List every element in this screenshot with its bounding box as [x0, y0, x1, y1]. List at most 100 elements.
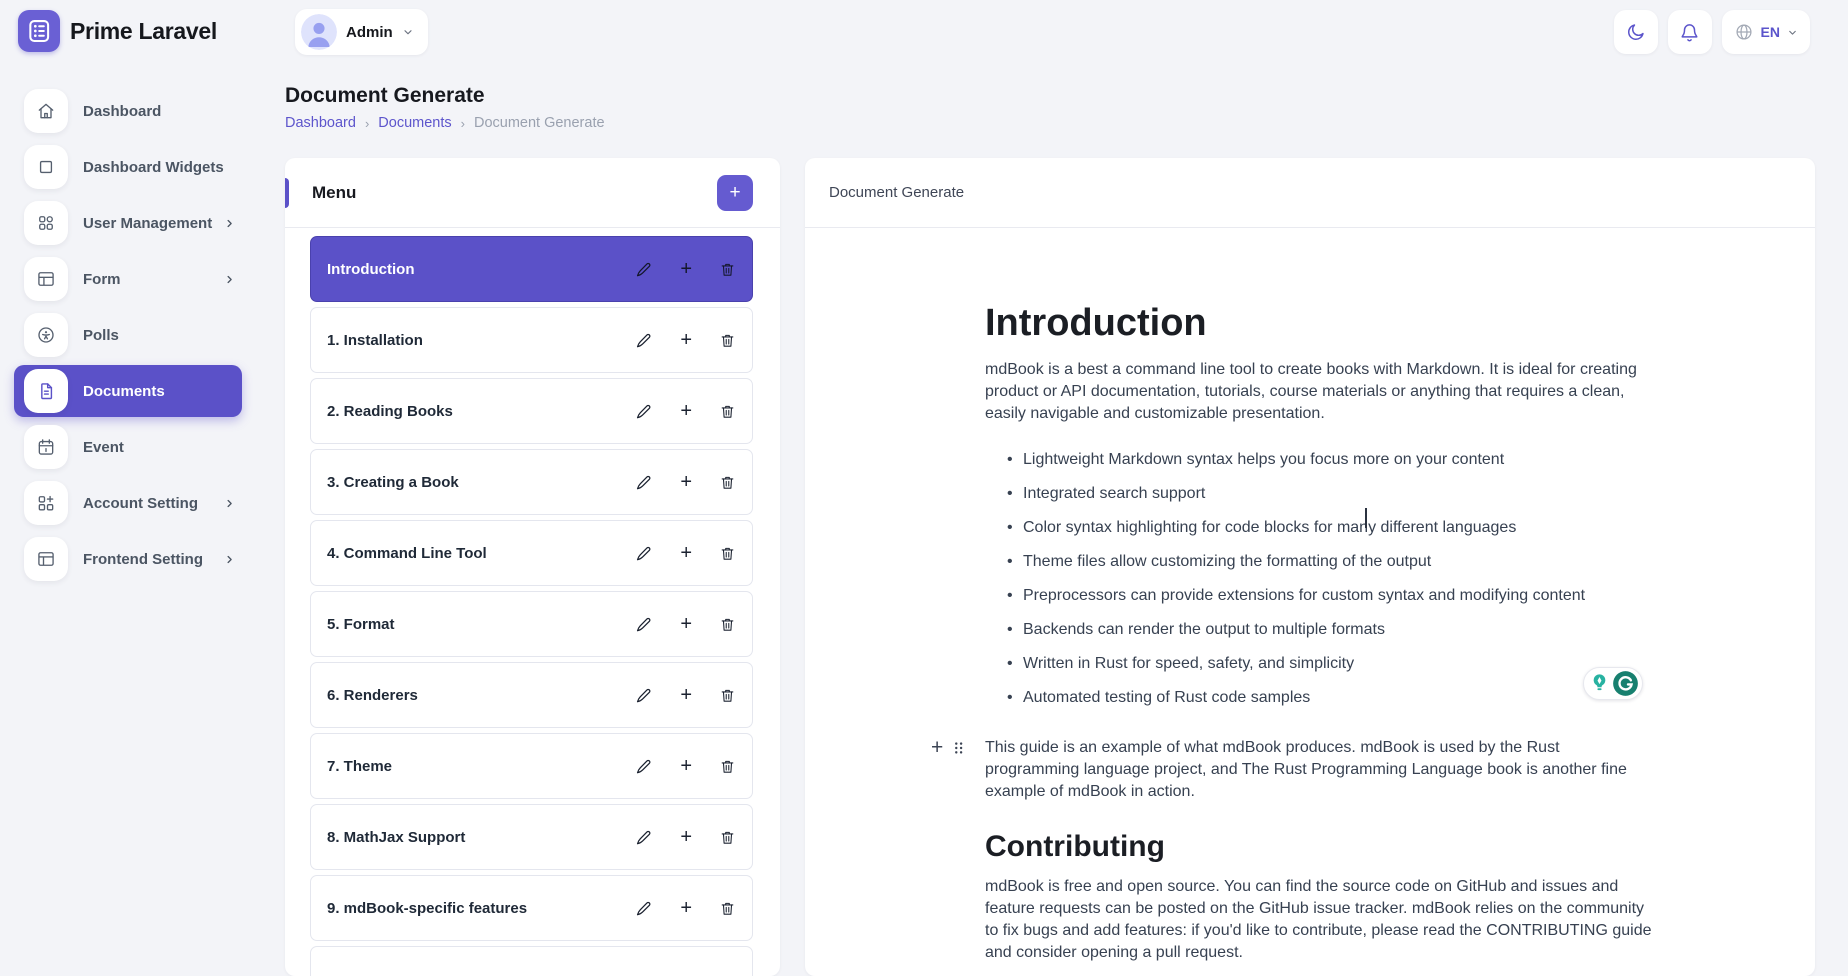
user-menu-button[interactable]: Admin	[295, 9, 428, 55]
trash-icon[interactable]	[719, 474, 736, 491]
sidebar-item-user-management[interactable]: User Management	[14, 201, 242, 245]
document-panel-title: Document Generate	[829, 184, 964, 201]
menu-item[interactable]: 1. Installation +	[310, 307, 753, 373]
text-cursor	[1365, 508, 1367, 528]
feature-item: Integrated search support	[985, 483, 1657, 505]
trash-icon[interactable]	[719, 616, 736, 633]
sidebar-item-label: Event	[83, 439, 124, 456]
menu-item[interactable]: 7. Theme +	[310, 733, 753, 799]
document-column: Introduction mdBook is a best a command …	[985, 302, 1657, 964]
grammar-check-icon[interactable]	[1612, 670, 1639, 697]
sidebar-item-polls[interactable]: Polls	[14, 313, 242, 357]
sidebar-item-frontend-setting[interactable]: Frontend Setting	[14, 537, 242, 581]
notifications-button[interactable]	[1668, 10, 1712, 54]
add-menu-button[interactable]: +	[717, 175, 753, 211]
accent-bar	[285, 178, 289, 208]
lightbulb-suggestion-icon[interactable]	[1587, 671, 1612, 696]
breadcrumb-current: Document Generate	[474, 115, 605, 131]
document-editor[interactable]: Introduction mdBook is a best a command …	[805, 228, 1815, 976]
sidebar-item-label: Documents	[83, 383, 165, 400]
menu-item-actions: +	[634, 472, 736, 492]
add-child-icon[interactable]: +	[680, 330, 692, 350]
add-child-icon[interactable]: +	[680, 756, 692, 776]
menu-item-label: 3. Creating a Book	[327, 474, 459, 491]
trash-icon[interactable]	[719, 758, 736, 775]
brush-edit-icon[interactable]	[634, 473, 653, 492]
brush-edit-icon[interactable]	[634, 331, 653, 350]
add-child-icon[interactable]: +	[680, 685, 692, 705]
menu-item-label: 8. MathJax Support	[327, 829, 465, 846]
menu-item[interactable]: 3. Creating a Book +	[310, 449, 753, 515]
sidebar-item-event[interactable]: Event	[14, 425, 242, 469]
drag-handle-icon[interactable]	[952, 740, 965, 756]
content-row: Menu + Introduction + 1. Installation	[262, 131, 1848, 976]
brand-name: Prime Laravel	[70, 18, 217, 45]
trash-icon[interactable]	[719, 332, 736, 349]
sidebar-item-dashboard-widgets[interactable]: Dashboard Widgets	[14, 145, 242, 189]
add-child-icon[interactable]: +	[680, 472, 692, 492]
brush-edit-icon[interactable]	[634, 757, 653, 776]
feature-item: Automated testing of Rust code samples	[985, 687, 1657, 709]
menu-item[interactable]: 9. mdBook-specific features +	[310, 875, 753, 941]
add-child-icon[interactable]: +	[680, 898, 692, 918]
polls-icon	[24, 313, 68, 357]
menu-item-actions: +	[634, 543, 736, 563]
sidebar-item-form[interactable]: Form	[14, 257, 242, 301]
writing-assistant-widget[interactable]	[1583, 667, 1643, 700]
brush-edit-icon[interactable]	[634, 402, 653, 421]
doc-heading-contributing: Contributing	[985, 830, 1657, 864]
brush-edit-icon[interactable]	[634, 260, 653, 279]
chevron-right-icon	[223, 273, 236, 286]
sidebar-item-documents[interactable]: Documents	[14, 365, 242, 417]
trash-icon[interactable]	[719, 403, 736, 420]
menu-item-partial[interactable]	[310, 946, 753, 976]
brand[interactable]: Prime Laravel	[0, 10, 262, 52]
sidebar-item-label: Dashboard	[83, 103, 161, 120]
menu-item-label: 1. Installation	[327, 332, 423, 349]
breadcrumb: Dashboard › Documents › Document Generat…	[285, 115, 1848, 131]
trash-icon[interactable]	[719, 545, 736, 562]
document-panel: Document Generate Introduction mdBook is…	[805, 158, 1815, 976]
feature-item: Lightweight Markdown syntax helps you fo…	[985, 449, 1657, 471]
menu-item-label: 2. Reading Books	[327, 403, 453, 420]
trash-icon[interactable]	[719, 687, 736, 704]
brush-edit-icon[interactable]	[634, 615, 653, 634]
add-child-icon[interactable]: +	[680, 614, 692, 634]
add-child-icon[interactable]: +	[680, 401, 692, 421]
user-name: Admin	[346, 24, 393, 41]
sidebar-item-dashboard[interactable]: Dashboard	[14, 89, 242, 133]
add-child-icon[interactable]: +	[680, 543, 692, 563]
chevron-right-icon	[223, 217, 236, 230]
add-block-icon[interactable]: +	[931, 737, 943, 758]
dark-mode-button[interactable]	[1614, 10, 1658, 54]
form-table-icon	[24, 257, 68, 301]
user-grid-icon	[24, 201, 68, 245]
trash-icon[interactable]	[719, 900, 736, 917]
menu-item[interactable]: 6. Renderers +	[310, 662, 753, 728]
trash-icon[interactable]	[719, 829, 736, 846]
breadcrumb-link-documents[interactable]: Documents	[378, 115, 451, 131]
menu-item[interactable]: 2. Reading Books +	[310, 378, 753, 444]
brush-edit-icon[interactable]	[634, 544, 653, 563]
menu-item[interactable]: Introduction +	[310, 236, 753, 302]
brush-edit-icon[interactable]	[634, 899, 653, 918]
sidebar-item-account-setting[interactable]: Account Setting	[14, 481, 242, 525]
language-label: EN	[1761, 24, 1780, 40]
add-child-icon[interactable]: +	[680, 827, 692, 847]
bell-icon	[1679, 22, 1700, 43]
layout-table-icon	[24, 537, 68, 581]
brush-edit-icon[interactable]	[634, 828, 653, 847]
menu-item-label: 9. mdBook-specific features	[327, 900, 527, 917]
breadcrumb-link-dashboard[interactable]: Dashboard	[285, 115, 356, 131]
menu-item[interactable]: 4. Command Line Tool +	[310, 520, 753, 586]
add-child-icon[interactable]: +	[680, 259, 692, 279]
menu-item[interactable]: 8. MathJax Support +	[310, 804, 753, 870]
language-selector[interactable]: EN	[1722, 10, 1810, 54]
brush-edit-icon[interactable]	[634, 686, 653, 705]
menu-list: Introduction + 1. Installation +	[285, 228, 780, 976]
trash-icon[interactable]	[719, 261, 736, 278]
menu-item[interactable]: 5. Format +	[310, 591, 753, 657]
sidebar: Prime Laravel Dashboard Dashboard Widget…	[0, 0, 262, 976]
menu-item-label: Introduction	[327, 261, 414, 278]
feature-item: Written in Rust for speed, safety, and s…	[985, 653, 1657, 675]
